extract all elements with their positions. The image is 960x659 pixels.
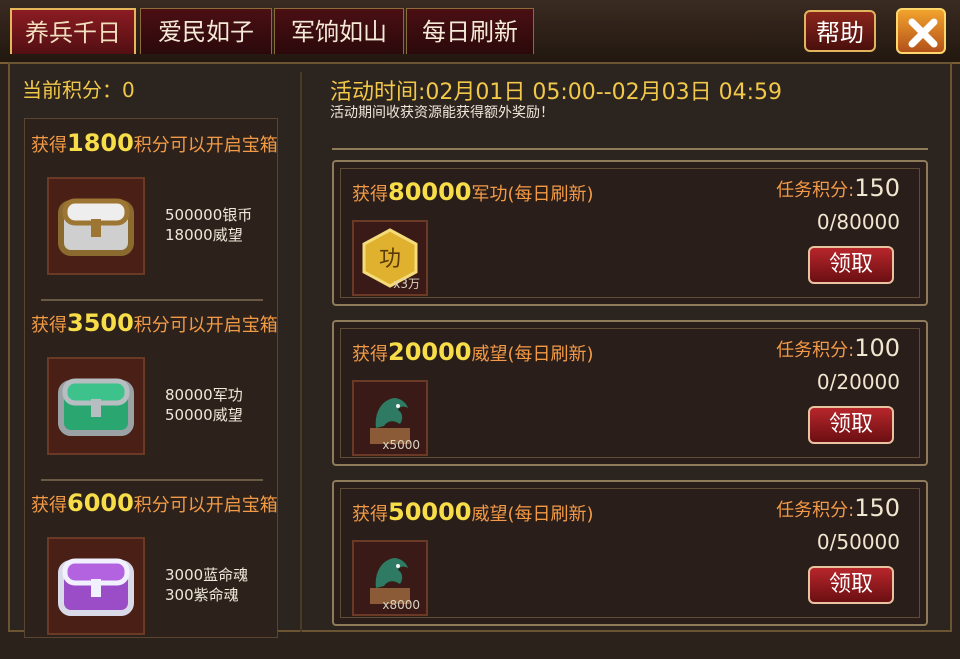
chest-title: 获得1800积分可以开启宝箱: [31, 129, 278, 157]
item-quantity: x3万: [393, 277, 420, 291]
tab-junxiangrushan[interactable]: 军饷如山: [274, 8, 404, 54]
task-title: 获得20000威望(每日刷新): [352, 338, 594, 366]
chest-rewards: 3000蓝命魂 300紫命魂: [165, 566, 249, 604]
task-progress: 0/20000: [816, 370, 900, 394]
help-button[interactable]: 帮助: [804, 10, 876, 52]
chest-title: 获得6000积分可以开启宝箱: [31, 489, 278, 517]
purple-chest-icon[interactable]: [47, 537, 145, 635]
event-note: 活动期间收获资源能获得额外奖励！: [330, 105, 554, 121]
top-bar: 养兵千日 爱民如子 军饷如山 每日刷新 帮助: [0, 0, 960, 64]
task-title: 获得50000威望(每日刷新): [352, 498, 594, 526]
chest-item-1: 获得1800积分可以开启宝箱 500000银币 18000威望: [25, 119, 279, 299]
chest-list[interactable]: 获得1800积分可以开启宝箱 500000银币 18000威望 获得3500积分…: [24, 118, 278, 638]
task-card: 获得50000威望(每日刷新) 任务积分:150 0/50000 x8000 领…: [332, 480, 928, 626]
task-card: 获得20000威望(每日刷新) 任务积分:100 0/20000 x5000 领…: [332, 320, 928, 466]
chest-item-2: 获得3500积分可以开启宝箱 80000军功 50000威望: [25, 299, 279, 479]
tab-aiminruzi[interactable]: 爱民如子: [140, 8, 272, 54]
claim-button[interactable]: 领取: [808, 566, 894, 604]
dragon-statue-icon[interactable]: x8000: [352, 540, 428, 616]
task-card-partial: [332, 126, 928, 150]
svg-text:功: 功: [379, 247, 401, 272]
tab-meirishuaxin[interactable]: 每日刷新: [406, 8, 534, 54]
task-points: 任务积分:100: [776, 334, 900, 362]
task-points: 任务积分:150: [776, 174, 900, 202]
chest-title: 获得3500积分可以开启宝箱: [31, 309, 278, 337]
close-icon: [908, 18, 938, 48]
current-score: 当前积分：0: [22, 78, 135, 102]
task-card: 获得80000军功(每日刷新) 任务积分:150 0/80000 功 x3万 领…: [332, 160, 928, 306]
chest-rewards: 500000银币 18000威望: [165, 206, 253, 244]
task-title: 获得80000军功(每日刷新): [352, 178, 594, 206]
panel-divider: [300, 72, 302, 632]
chest-item-3: 获得6000积分可以开启宝箱 3000蓝命魂 300紫命魂: [25, 479, 279, 659]
silver-chest-icon[interactable]: [47, 177, 145, 275]
item-quantity: x8000: [382, 598, 420, 612]
task-points: 任务积分:150: [776, 494, 900, 522]
chest-rewards: 80000军功 50000威望: [165, 386, 243, 424]
close-button[interactable]: [896, 8, 946, 54]
task-progress: 0/80000: [816, 210, 900, 234]
dragon-statue-icon[interactable]: x5000: [352, 380, 428, 456]
green-chest-icon[interactable]: [47, 357, 145, 455]
task-progress: 0/50000: [816, 530, 900, 554]
merit-icon[interactable]: 功 x3万: [352, 220, 428, 296]
tab-yangbingqianri[interactable]: 养兵千日: [10, 8, 136, 54]
claim-button[interactable]: 领取: [808, 246, 894, 284]
item-quantity: x5000: [382, 438, 420, 452]
claim-button[interactable]: 领取: [808, 406, 894, 444]
